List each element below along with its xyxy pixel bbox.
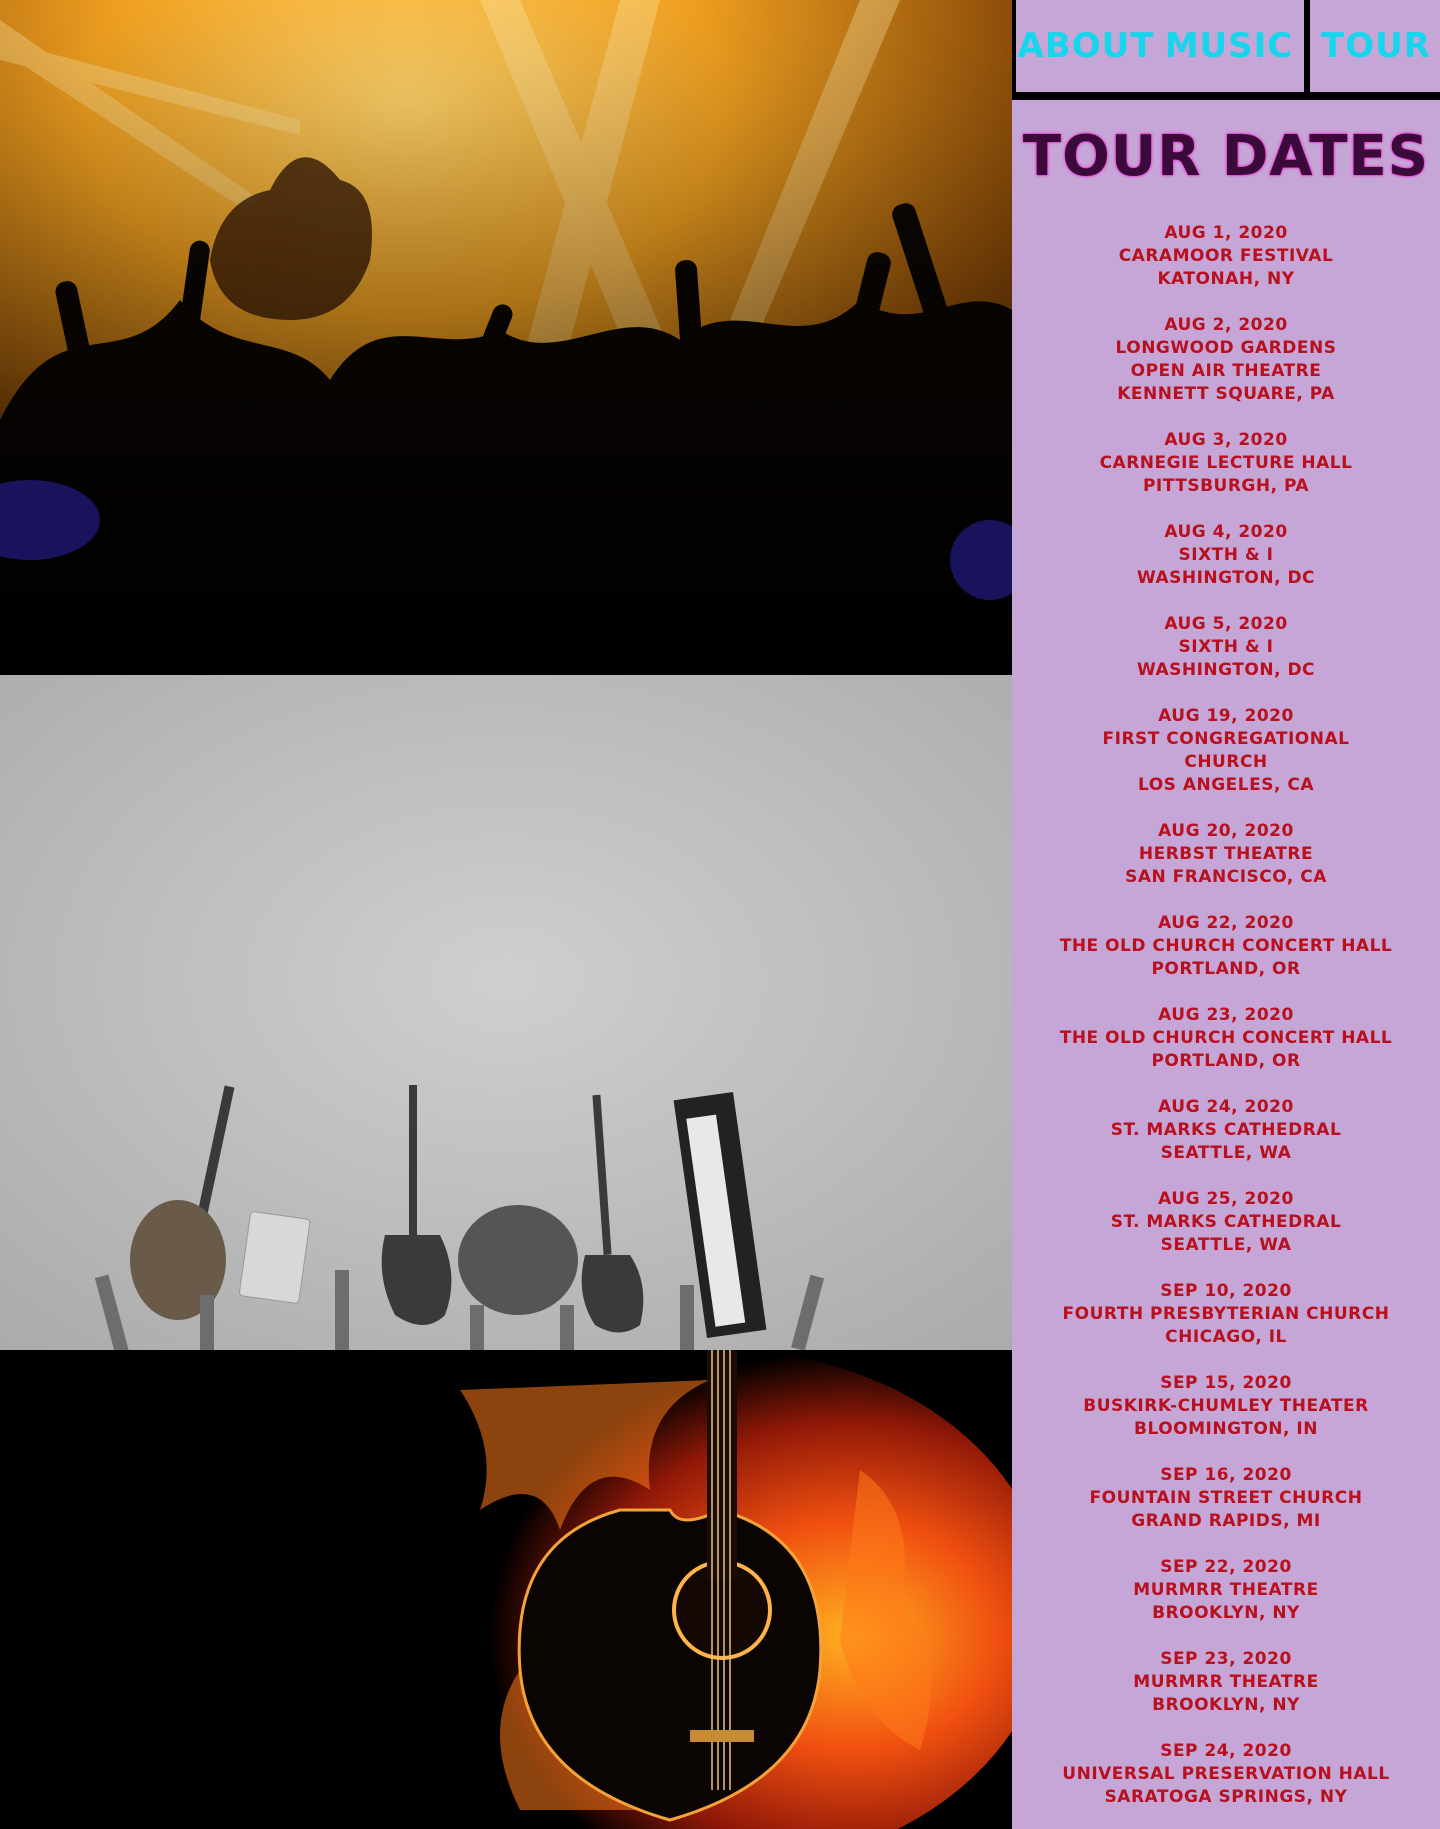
tour-venue-line: BROOKLYN, NY: [1152, 1695, 1300, 1715]
tour-venue-line: THE OLD CHURCH CONCERT HALL: [1059, 1028, 1393, 1048]
tour-date: SEP 23, 2020: [1160, 1649, 1292, 1669]
tour-date-entry: AUG 1, 2020 CARAMOOR FESTIVAL KATONAH, NY: [1012, 222, 1440, 291]
tour-venue-line: PORTLAND, OR: [1151, 1051, 1301, 1071]
tour-date-entry: AUG 2, 2020 LONGWOOD GARDENS OPEN AIR THEA…: [1012, 314, 1440, 406]
tour-venue-line: ST. MARKS CATHEDRAL: [1110, 1120, 1342, 1140]
tour-date-entry: AUG 3, 2020 CARNEGIE LECTURE HALL PITTSBUR…: [1012, 429, 1440, 498]
tour-date-entry: AUG 23, 2020 THE OLD CHURCH CONCERT HALL P…: [1012, 1004, 1440, 1073]
tour-date-entry: AUG 20, 2020 HERBST THEATRE SAN FRANCISCO,…: [1012, 820, 1440, 889]
tour-venue-line: GRAND RAPIDS, MI: [1131, 1511, 1321, 1531]
tour-venue-line: UNIVERSAL PRESERVATION HALL: [1062, 1764, 1390, 1784]
tour-panel: ABOUT MUSIC TOUR TOUR DATES AUG 1, 2020 C…: [1012, 0, 1440, 1829]
tour-venue-line: FIRST CONGREGATIONAL: [1102, 729, 1350, 749]
photo-column: [0, 0, 1012, 1829]
concert-crowd-photo: [0, 0, 1012, 675]
tour-venue-line: PORTLAND, OR: [1151, 959, 1301, 979]
tour-date-entry: AUG 19, 2020 FIRST CONGREGATIONAL CHURCH LO…: [1012, 705, 1440, 797]
instruments-held-up-photo: [0, 675, 1012, 1350]
guitar-on-fire-photo: [0, 1350, 1012, 1829]
tour-venue-line: SAN FRANCISCO, CA: [1125, 867, 1327, 887]
tour-venue-line: MURMRR THEATRE: [1133, 1672, 1319, 1692]
nav-tour-link[interactable]: TOUR: [1310, 0, 1440, 92]
tour-date: SEP 15, 2020: [1160, 1373, 1292, 1393]
tour-venue-line: CHICAGO, IL: [1165, 1327, 1287, 1347]
tour-venue-line: SEATTLE, WA: [1160, 1143, 1292, 1163]
tour-date: AUG 22, 2020: [1158, 913, 1294, 933]
tour-date: AUG 1, 2020: [1164, 223, 1288, 243]
tour-venue-line: SIXTH & I: [1178, 545, 1274, 565]
tour-date-entry: AUG 24, 2020 ST. MARKS CATHEDRAL SEATTLE, …: [1012, 1096, 1440, 1165]
tour-date-entry: AUG 22, 2020 THE OLD CHURCH CONCERT HALL P…: [1012, 912, 1440, 981]
tour-venue-line: FOURTH PRESBYTERIAN CHURCH: [1062, 1304, 1390, 1324]
tour-date: SEP 24, 2020: [1160, 1741, 1292, 1761]
tour-date-entry: SEP 16, 2020 FOUNTAIN STREET CHURCH GRAND …: [1012, 1464, 1440, 1533]
tour-venue-line: BUSKIRK-CHUMLEY THEATER: [1083, 1396, 1369, 1416]
tour-venue-line: LONGWOOD GARDENS: [1115, 338, 1337, 358]
tour-date: AUG 4, 2020: [1164, 522, 1288, 542]
tour-venue-line: BROOKLYN, NY: [1152, 1603, 1300, 1623]
tour-venue-line: ST. MARKS CATHEDRAL: [1110, 1212, 1342, 1232]
tour-venue-line: CARNEGIE LECTURE HALL: [1099, 453, 1353, 473]
tour-date: SEP 22, 2020: [1160, 1557, 1292, 1577]
tour-venue-line: WASHINGTON, DC: [1136, 660, 1316, 680]
top-nav: ABOUT MUSIC TOUR: [1012, 0, 1440, 100]
tour-date: AUG 19, 2020: [1158, 706, 1294, 726]
tour-venue-line: LOS ANGELES, CA: [1138, 775, 1314, 795]
tour-date: SEP 16, 2020: [1160, 1465, 1292, 1485]
tour-date-entry: AUG 25, 2020 ST. MARKS CATHEDRAL SEATTLE, …: [1012, 1188, 1440, 1257]
tour-date-entry: SEP 10, 2020 FOURTH PRESBYTERIAN CHURCH CH…: [1012, 1280, 1440, 1349]
tour-date-entry: SEP 23, 2020 MURMRR THEATRE BROOKLYN, NY: [1012, 1648, 1440, 1717]
tour-date: SEP 10, 2020: [1160, 1281, 1292, 1301]
tour-venue-line: FOUNTAIN STREET CHURCH: [1089, 1488, 1363, 1508]
tour-date: AUG 23, 2020: [1158, 1005, 1294, 1025]
tour-venue-line: BLOOMINGTON, IN: [1134, 1419, 1318, 1439]
tour-venue-line: OPEN AIR THEATRE: [1130, 361, 1322, 381]
tour-venue-line: SARATOGA SPRINGS, NY: [1104, 1787, 1348, 1807]
tour-date-entry: SEP 24, 2020 UNIVERSAL PRESERVATION HALL S…: [1012, 1740, 1440, 1809]
tour-venue-line: HERBST THEATRE: [1138, 844, 1314, 864]
tour-venue-line: SEATTLE, WA: [1160, 1235, 1292, 1255]
tour-date: AUG 5, 2020: [1164, 614, 1288, 634]
tour-venue-line: CHURCH: [1184, 752, 1268, 772]
tour-dates-title: TOUR DATES: [1022, 124, 1430, 189]
tour-venue-line: CARAMOOR FESTIVAL: [1118, 246, 1334, 266]
tour-venue-line: KENNETT SQUARE, PA: [1117, 384, 1335, 404]
tour-date: AUG 20, 2020: [1158, 821, 1294, 841]
nav-music-link[interactable]: MUSIC: [1154, 0, 1304, 92]
tour-date: AUG 3, 2020: [1164, 430, 1288, 450]
tour-venue-line: WASHINGTON, DC: [1136, 568, 1316, 588]
tour-dates-list: AUG 1, 2020 CARAMOOR FESTIVAL KATONAH, NY A…: [1012, 222, 1440, 1829]
tour-date: AUG 2, 2020: [1164, 315, 1288, 335]
tour-date-entry: AUG 5, 2020 SIXTH & I WASHINGTON, DC: [1012, 613, 1440, 682]
tour-date-entry: SEP 22, 2020 MURMRR THEATRE BROOKLYN, NY: [1012, 1556, 1440, 1625]
tour-venue-line: KATONAH, NY: [1157, 269, 1295, 289]
tour-venue-line: SIXTH & I: [1178, 637, 1274, 657]
tour-venue-line: THE OLD CHURCH CONCERT HALL: [1059, 936, 1393, 956]
tour-venue-line: MURMRR THEATRE: [1133, 1580, 1319, 1600]
tour-venue-line: PITTSBURGH, PA: [1142, 476, 1310, 496]
tour-date-entry: AUG 4, 2020 SIXTH & I WASHINGTON, DC: [1012, 521, 1440, 590]
nav-about-link[interactable]: ABOUT: [1016, 0, 1156, 92]
tour-date: AUG 24, 2020: [1158, 1097, 1294, 1117]
tour-date: AUG 25, 2020: [1158, 1189, 1294, 1209]
tour-date-entry: SEP 15, 2020 BUSKIRK-CHUMLEY THEATER BLOOM…: [1012, 1372, 1440, 1441]
